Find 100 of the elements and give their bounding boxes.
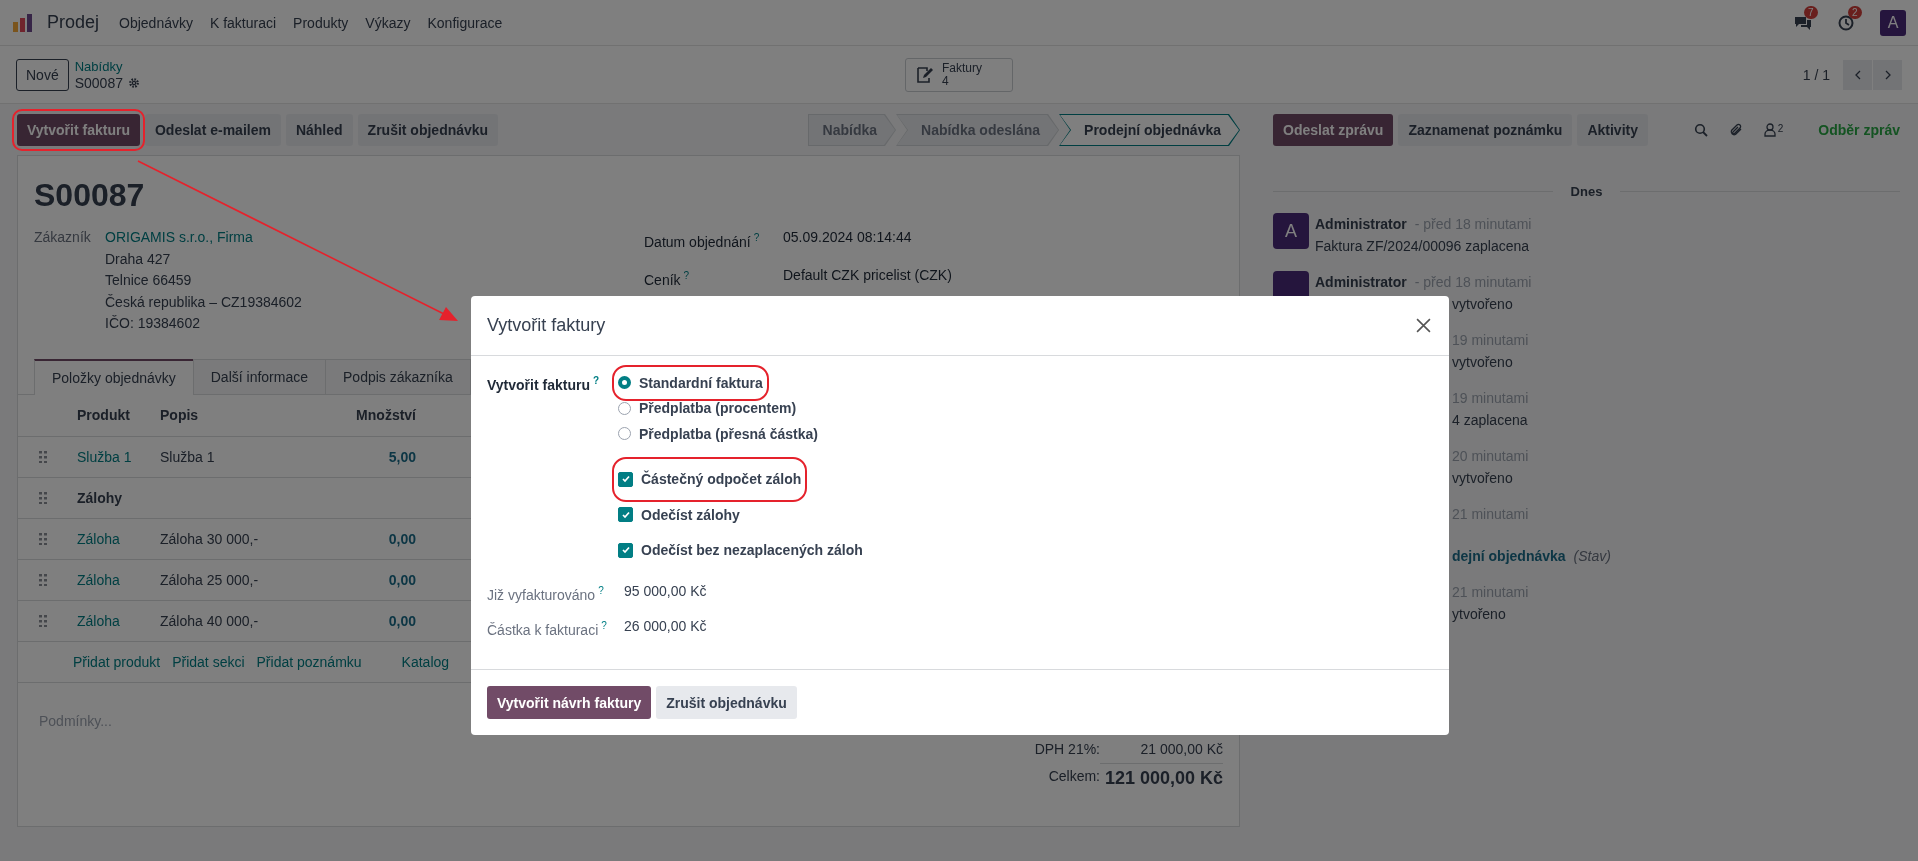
radio-button[interactable]: [618, 376, 631, 390]
action-button[interactable]: Odeslat e-mailem: [144, 114, 281, 146]
user-avatar[interactable]: A: [1880, 9, 1906, 36]
radio-label[interactable]: Předplatba (přesná částka): [639, 425, 818, 442]
message-body: Faktura ZF/2024/00096 zaplacena: [1315, 238, 1530, 254]
radio-button[interactable]: [618, 427, 631, 441]
app-name[interactable]: Prodej: [47, 12, 100, 33]
close-icon[interactable]: [1416, 318, 1431, 333]
message-body: vytvořeno: [1452, 470, 1513, 486]
follower-count[interactable]: 2: [1777, 123, 1784, 134]
checkbox[interactable]: [618, 471, 633, 487]
tab[interactable]: Položky objednávky: [34, 358, 194, 395]
radio-label[interactable]: Standardní faktura: [639, 374, 763, 391]
product-cell[interactable]: Služba 1: [77, 448, 160, 465]
author-avatar[interactable]: A: [1273, 213, 1309, 249]
menu-item[interactable]: K fakturaci: [201, 10, 285, 35]
chat-icon[interactable]: [1794, 14, 1812, 31]
tab[interactable]: Podpis zákazníka: [325, 358, 471, 394]
action-button[interactable]: Náhled: [285, 114, 353, 146]
author-name[interactable]: Administrator: [1315, 216, 1407, 232]
column-header[interactable]: Množství: [322, 407, 416, 423]
checkmark-icon: [620, 474, 631, 485]
quantity-cell-text: 0,00: [387, 612, 416, 629]
checkmark-icon: [620, 509, 631, 520]
field-value: Default CZK pricelist (CZK): [783, 265, 952, 285]
column-header[interactable]: Produkt: [77, 407, 160, 423]
drag-handle-icon[interactable]: [39, 491, 47, 504]
description-cell-text: Záloha 25 000,-: [160, 571, 260, 588]
description-cell-text: Záloha 30 000,-: [160, 530, 260, 547]
checkbox-label[interactable]: Odečíst bez nezaplacených záloh: [641, 542, 863, 559]
address-line: Telnice 66459: [105, 271, 193, 290]
message-body: vytvořeno: [1452, 296, 1513, 312]
product-cell[interactable]: Záloha: [77, 530, 160, 547]
field-label: Datum objednání $^{?}$: [644, 231, 761, 252]
dialog-button[interactable]: Vytvořit návrh faktury: [487, 686, 652, 719]
field-value: 95 000,00 Kč: [624, 582, 708, 601]
description-cell-text: Služba 1: [160, 448, 216, 465]
drag-handle-icon[interactable]: [39, 532, 47, 545]
smart-button-label: Faktury: [942, 61, 982, 75]
checkbox-label[interactable]: Odečíst zálohy: [641, 506, 740, 523]
field-label: Zákazník: [34, 228, 92, 247]
add-line-link[interactable]: Přidat sekci: [172, 653, 245, 670]
radio-button[interactable]: [618, 401, 631, 415]
gear-icon[interactable]: [127, 76, 140, 89]
checkbox[interactable]: [618, 542, 633, 558]
status-step[interactable]: Nabídka odeslána: [896, 114, 1060, 146]
edit-document-icon: [916, 65, 934, 84]
record-title: S00087: [33, 176, 146, 215]
quantity-cell-text: 0,00: [387, 530, 416, 547]
status-step[interactable]: Nabídka: [807, 114, 896, 146]
clock-icon[interactable]: [1838, 14, 1854, 31]
paperclip-icon[interactable]: [1728, 123, 1743, 137]
customer-link[interactable]: ORIGAMIS s.r.o., Firma: [105, 227, 302, 249]
checkbox[interactable]: [618, 507, 633, 523]
new-button[interactable]: Nové: [16, 58, 69, 91]
menu-item[interactable]: Objednávky: [111, 10, 201, 35]
total-label: Celkem:: [1047, 767, 1100, 784]
smart-button-count: 4: [942, 74, 949, 88]
menu-item[interactable]: Produkty: [285, 10, 357, 35]
bar-chart-icon[interactable]: [13, 13, 33, 32]
search-icon[interactable]: [1693, 123, 1708, 137]
field-label: Již vyfakturováno $^{?}$: [487, 584, 605, 605]
field-value: 05.09.2024 08:14:44: [783, 228, 912, 247]
message-body: vytvořeno: [1452, 354, 1513, 370]
description-cell-text: Záloha 40 000,-: [160, 612, 260, 629]
add-line-link[interactable]: Přidat poznámku: [256, 653, 362, 670]
field-label: Vytvořit fakturu $^{?}$: [487, 374, 601, 395]
total-value: 121 000,00 Kč: [1100, 762, 1223, 789]
address-line: Draha 427: [105, 249, 172, 269]
message-body: 4 zaplacena: [1452, 412, 1528, 428]
product-cell[interactable]: Záloha: [77, 612, 160, 629]
checkbox-label[interactable]: Částečný odpočet záloh: [641, 471, 802, 488]
drag-handle-icon[interactable]: [39, 450, 47, 463]
invoices-smart-button[interactable]: Faktury 4: [905, 57, 1013, 92]
person-icon[interactable]: [1763, 123, 1776, 137]
author-name[interactable]: Administrator: [1315, 274, 1407, 290]
pager-value[interactable]: 1 / 1: [1802, 66, 1830, 83]
dialog-button[interactable]: Zrušit objednávku: [656, 686, 797, 719]
menu-item[interactable]: Konfigurace: [419, 10, 511, 35]
column-header[interactable]: Popis: [160, 407, 322, 423]
breadcrumb-link[interactable]: Nabídky: [74, 58, 140, 75]
tab[interactable]: Další informace: [192, 358, 326, 394]
record-name: S00087: [74, 74, 123, 91]
follow-button[interactable]: Odběr zpráv: [1818, 122, 1900, 138]
product-cell[interactable]: Záloha: [77, 571, 160, 588]
chatter-button[interactable]: Aktivity: [1577, 114, 1648, 146]
radio-label[interactable]: Předplatba (procentem): [639, 400, 797, 417]
chatter-button[interactable]: Odeslat zprávu: [1273, 114, 1394, 146]
menu-item[interactable]: Výkazy: [357, 10, 419, 35]
total-value: 21 000,00 Kč: [1139, 740, 1223, 757]
action-button[interactable]: Zrušit objednávku: [357, 114, 499, 146]
message-body: ytvořeno: [1452, 606, 1506, 622]
chatter-button[interactable]: Zaznamenat poznámku: [1398, 114, 1573, 146]
add-line-link[interactable]: Katalog: [401, 653, 450, 670]
drag-handle-icon[interactable]: [39, 614, 47, 627]
status-step[interactable]: Prodejní objednávka: [1059, 114, 1240, 146]
tracking-field: (Stav): [1573, 548, 1611, 564]
drag-handle-icon[interactable]: [39, 573, 47, 586]
action-button[interactable]: Vytvořit fakturu: [17, 114, 140, 146]
add-line-link[interactable]: Přidat produkt: [73, 653, 161, 670]
